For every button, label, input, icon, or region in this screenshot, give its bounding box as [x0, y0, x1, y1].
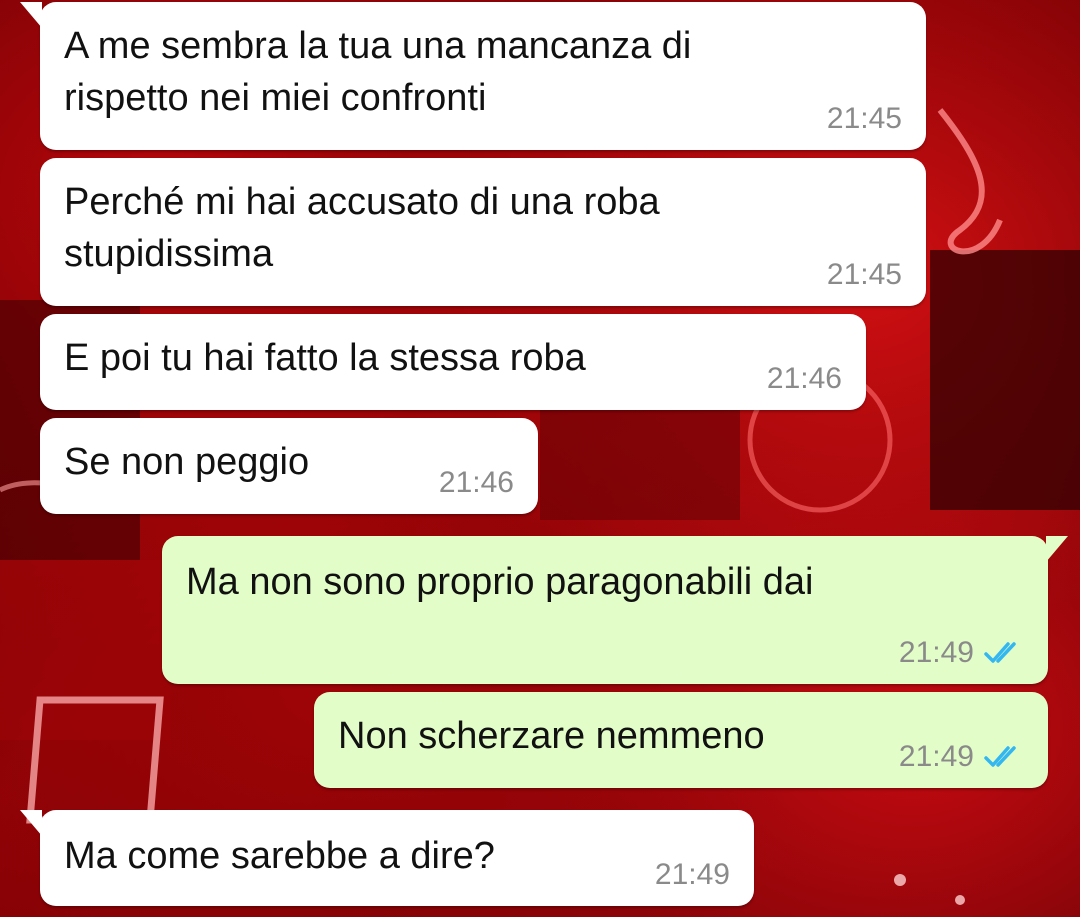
message-bubble-incoming[interactable]: Ma come sarebbe a dire? 21:49 [20, 810, 754, 906]
double-check-read-icon [984, 642, 1016, 663]
message-text: E poi tu hai fatto la stessa roba [64, 337, 586, 379]
message-text: Se non peggio [64, 441, 310, 483]
bubble-tail [1046, 536, 1068, 562]
message-meta: 21:45 [827, 102, 902, 136]
message-text: Ma non sono proprio paragonabili dai [186, 561, 814, 603]
message-text: Perché mi hai accusato di una roba stupi… [64, 181, 660, 275]
double-check-read-icon [984, 746, 1016, 767]
message-meta: 21:46 [767, 362, 842, 396]
message-meta: 21:45 [827, 258, 902, 292]
message-bubble-outgoing[interactable]: Ma non sono proprio paragonabili dai 21:… [162, 536, 1068, 684]
message-time: 21:46 [438, 466, 514, 499]
message-text: A me sembra la tua una mancanza di rispe… [64, 25, 692, 119]
message-time: 21:46 [766, 362, 842, 395]
bubble-tail [20, 810, 42, 836]
message-meta: 21:46 [439, 466, 514, 500]
message-meta: 21:49 [899, 636, 1024, 670]
message-time: 21:49 [654, 858, 730, 891]
message-bubble-incoming[interactable]: A me sembra la tua una mancanza di rispe… [20, 2, 926, 150]
message-bubble-incoming[interactable]: Se non peggio 21:46 [40, 418, 538, 514]
message-time: 21:45 [826, 258, 902, 291]
message-time: 21:49 [898, 636, 974, 669]
message-meta: 21:49 [899, 740, 1024, 774]
message-time: 21:45 [826, 102, 902, 135]
message-text: Non scherzare nemmeno [338, 715, 765, 757]
message-text: Ma come sarebbe a dire? [64, 835, 495, 877]
message-time: 21:49 [898, 740, 974, 773]
message-bubble-incoming[interactable]: E poi tu hai fatto la stessa roba 21:46 [40, 314, 866, 410]
message-bubble-incoming[interactable]: Perché mi hai accusato di una roba stupi… [40, 158, 926, 306]
message-meta: 21:49 [655, 858, 730, 892]
bubble-tail [20, 2, 42, 28]
message-bubble-outgoing[interactable]: Non scherzare nemmeno 21:49 [314, 692, 1048, 788]
